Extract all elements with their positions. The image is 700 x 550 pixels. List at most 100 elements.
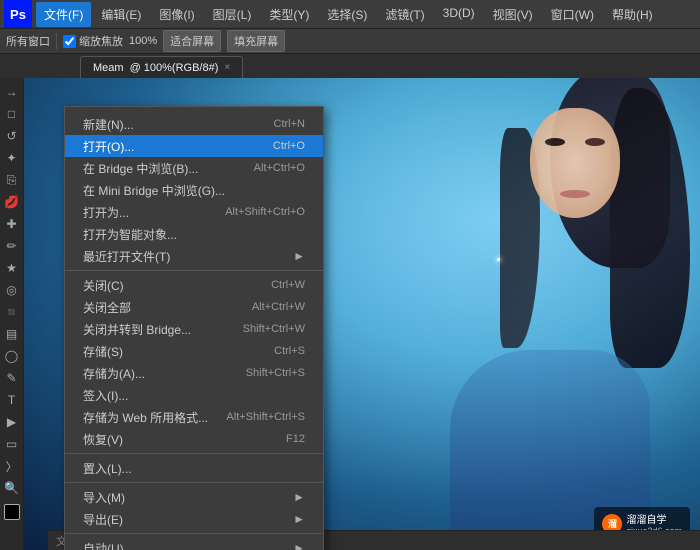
menu-open-as-label: 打开为...	[83, 204, 225, 221]
menu-import[interactable]: 导入(M) ►	[65, 486, 323, 508]
menu-bar: Ps 文件(F) 编辑(E) 图像(I) 图层(L) 类型(Y) 选择(S) 滤…	[0, 0, 700, 28]
menu-save-web[interactable]: 存储为 Web 所用格式... Alt+Shift+Ctrl+S	[65, 406, 323, 428]
tab-close-button[interactable]: ×	[224, 62, 230, 73]
menu-recent[interactable]: 最近打开文件(T) ►	[65, 245, 323, 267]
menu-close-shortcut: Ctrl+W	[271, 279, 305, 291]
tool-zoom[interactable]: 🔍	[2, 478, 22, 498]
tool-stamp[interactable]: ★	[2, 258, 22, 278]
menu-place[interactable]: 置入(L)...	[65, 457, 323, 479]
menu-3d[interactable]: 3D(D)	[435, 2, 483, 27]
menu-open-smart[interactable]: 打开为智能对象...	[65, 223, 323, 245]
menu-image[interactable]: 图像(I)	[151, 2, 202, 27]
tool-path-select[interactable]: ▶	[2, 412, 22, 432]
document-tab[interactable]: Meam @ 100%(RGB/8#) ×	[80, 56, 243, 78]
menu-close-bridge-label: 关闭并转到 Bridge...	[83, 321, 243, 338]
tool-eyedropper[interactable]: 💋	[2, 192, 22, 212]
tool-foreground-color[interactable]	[4, 504, 20, 520]
menu-close-all[interactable]: 关闭全部 Alt+Ctrl+W	[65, 296, 323, 318]
tool-heal[interactable]: ✚	[2, 214, 22, 234]
menu-view[interactable]: 视图(V)	[485, 2, 541, 27]
menu-file[interactable]: 文件(F)	[36, 2, 91, 27]
lips	[560, 190, 590, 198]
tool-gradient[interactable]: ▤	[2, 324, 22, 344]
menu-open-label: 打开(O)...	[83, 138, 273, 155]
canvas-area: 溜 溜溜自学 zixue3d6.com 新建(N)... Ctrl+N 打开(O…	[24, 78, 700, 550]
main-area: → □ ↺ ✦ ⎘ 💋 ✚ ✏ ★ ◎ ◾ ▤ ◯ ✎ T ▶ ▭ 〉 🔍	[0, 78, 700, 550]
fit-screen-button[interactable]: 适合屏幕	[163, 30, 221, 52]
menu-save-as[interactable]: 存储为(A)... Shift+Ctrl+S	[65, 362, 323, 384]
menu-save-as-label: 存储为(A)...	[83, 365, 246, 382]
eye-left	[545, 138, 565, 146]
menu-edit[interactable]: 编辑(E)	[93, 2, 149, 27]
tool-shape[interactable]: ▭	[2, 434, 22, 454]
menu-save[interactable]: 存储(S) Ctrl+S	[65, 340, 323, 362]
menu-close-label: 关闭(C)	[83, 277, 271, 294]
watermark-text1: 溜溜自学	[626, 511, 682, 526]
tool-eraser[interactable]: ◾	[2, 302, 22, 322]
menu-revert-label: 恢复(V)	[83, 431, 286, 448]
tab-filename: Meam	[93, 62, 124, 74]
tool-pen[interactable]: ✎	[2, 368, 22, 388]
menu-type[interactable]: 类型(Y)	[261, 2, 317, 27]
menu-filter[interactable]: 滤镜(T)	[377, 2, 432, 27]
tab-detail: @ 100%(RGB/8#)	[130, 62, 219, 74]
menu-close-all-shortcut: Alt+Ctrl+W	[252, 301, 305, 313]
menu-open[interactable]: 打开(O)... Ctrl+O	[65, 135, 323, 157]
menu-revert[interactable]: 恢复(V) F12	[65, 428, 323, 450]
zoom-label: 缩放焦放	[79, 33, 123, 49]
menu-export[interactable]: 导出(E) ►	[65, 508, 323, 530]
tool-brush[interactable]: ✏	[2, 236, 22, 256]
menu-open-as[interactable]: 打开为... Alt+Shift+Ctrl+O	[65, 201, 323, 223]
menu-open-shortcut: Ctrl+O	[273, 140, 305, 152]
menu-layer[interactable]: 图层(L)	[205, 2, 260, 27]
tool-hand[interactable]: 〉	[2, 456, 22, 476]
menu-bridge-shortcut: Alt+Ctrl+O	[254, 162, 305, 174]
menu-close-all-label: 关闭全部	[83, 299, 252, 316]
menu-place-label: 置入(L)...	[83, 460, 305, 477]
menu-automate[interactable]: 自动(U) ►	[65, 537, 323, 550]
left-toolbox: → □ ↺ ✦ ⎘ 💋 ✚ ✏ ★ ◎ ◾ ▤ ◯ ✎ T ▶ ▭ 〉 🔍	[0, 78, 24, 550]
menu-open-smart-label: 打开为智能对象...	[83, 226, 305, 243]
eye-right	[585, 138, 605, 146]
tool-crop[interactable]: ⎘	[2, 170, 22, 190]
menu-save-web-label: 存储为 Web 所用格式...	[83, 409, 226, 426]
dropdown-section-4: 导入(M) ► 导出(E) ►	[65, 483, 323, 534]
fill-screen-button[interactable]: 填充屏幕	[227, 30, 285, 52]
tool-select-rect[interactable]: □	[2, 104, 22, 124]
tool-dodge[interactable]: ◯	[2, 346, 22, 366]
menu-window[interactable]: 窗口(W)	[543, 2, 602, 27]
menu-checkin[interactable]: 签入(I)...	[65, 384, 323, 406]
options-toolbar: 所有窗口 缩放焦放 100% 适合屏幕 填充屏幕	[0, 28, 700, 54]
menu-bridge-label: 在 Bridge 中浏览(B)...	[83, 160, 254, 177]
menu-close-bridge[interactable]: 关闭并转到 Bridge... Shift+Ctrl+W	[65, 318, 323, 340]
menu-automate-arrow: ►	[293, 541, 305, 550]
menu-mini-bridge-label: 在 Mini Bridge 中浏览(G)...	[83, 182, 305, 199]
tab-bar: Meam @ 100%(RGB/8#) ×	[0, 54, 700, 78]
tool-type[interactable]: T	[2, 390, 22, 410]
zoom-check-input[interactable]	[63, 35, 76, 48]
menu-import-arrow: ►	[293, 490, 305, 504]
menu-help[interactable]: 帮助(H)	[604, 2, 661, 27]
menu-save-web-shortcut: Alt+Shift+Ctrl+S	[226, 411, 305, 423]
zoom-checkbox[interactable]: 缩放焦放	[63, 33, 123, 49]
menu-export-label: 导出(E)	[83, 511, 289, 528]
menu-revert-shortcut: F12	[286, 433, 305, 445]
menu-bridge[interactable]: 在 Bridge 中浏览(B)... Alt+Ctrl+O	[65, 157, 323, 179]
dropdown-section-1: 新建(N)... Ctrl+N 打开(O)... Ctrl+O 在 Bridge…	[65, 110, 323, 271]
menu-recent-arrow: ►	[293, 249, 305, 263]
menu-close[interactable]: 关闭(C) Ctrl+W	[65, 274, 323, 296]
tool-wand[interactable]: ✦	[2, 148, 22, 168]
menu-items: 文件(F) 编辑(E) 图像(I) 图层(L) 类型(Y) 选择(S) 滤镜(T…	[36, 2, 661, 27]
menu-new-label: 新建(N)...	[83, 116, 274, 133]
menu-mini-bridge[interactable]: 在 Mini Bridge 中浏览(G)...	[65, 179, 323, 201]
tool-lasso[interactable]: ↺	[2, 126, 22, 146]
dropdown-section-5: 自动(U) ► 脚本(R) ►	[65, 534, 323, 550]
menu-new[interactable]: 新建(N)... Ctrl+N	[65, 113, 323, 135]
menu-new-shortcut: Ctrl+N	[274, 118, 305, 130]
tool-history[interactable]: ◎	[2, 280, 22, 300]
tool-move[interactable]: →	[2, 82, 22, 102]
zoom-value: 100%	[129, 35, 157, 47]
file-dropdown-menu: 新建(N)... Ctrl+N 打开(O)... Ctrl+O 在 Bridge…	[64, 106, 324, 550]
menu-select[interactable]: 选择(S)	[319, 2, 375, 27]
dropdown-section-2: 关闭(C) Ctrl+W 关闭全部 Alt+Ctrl+W 关闭并转到 Bridg…	[65, 271, 323, 454]
